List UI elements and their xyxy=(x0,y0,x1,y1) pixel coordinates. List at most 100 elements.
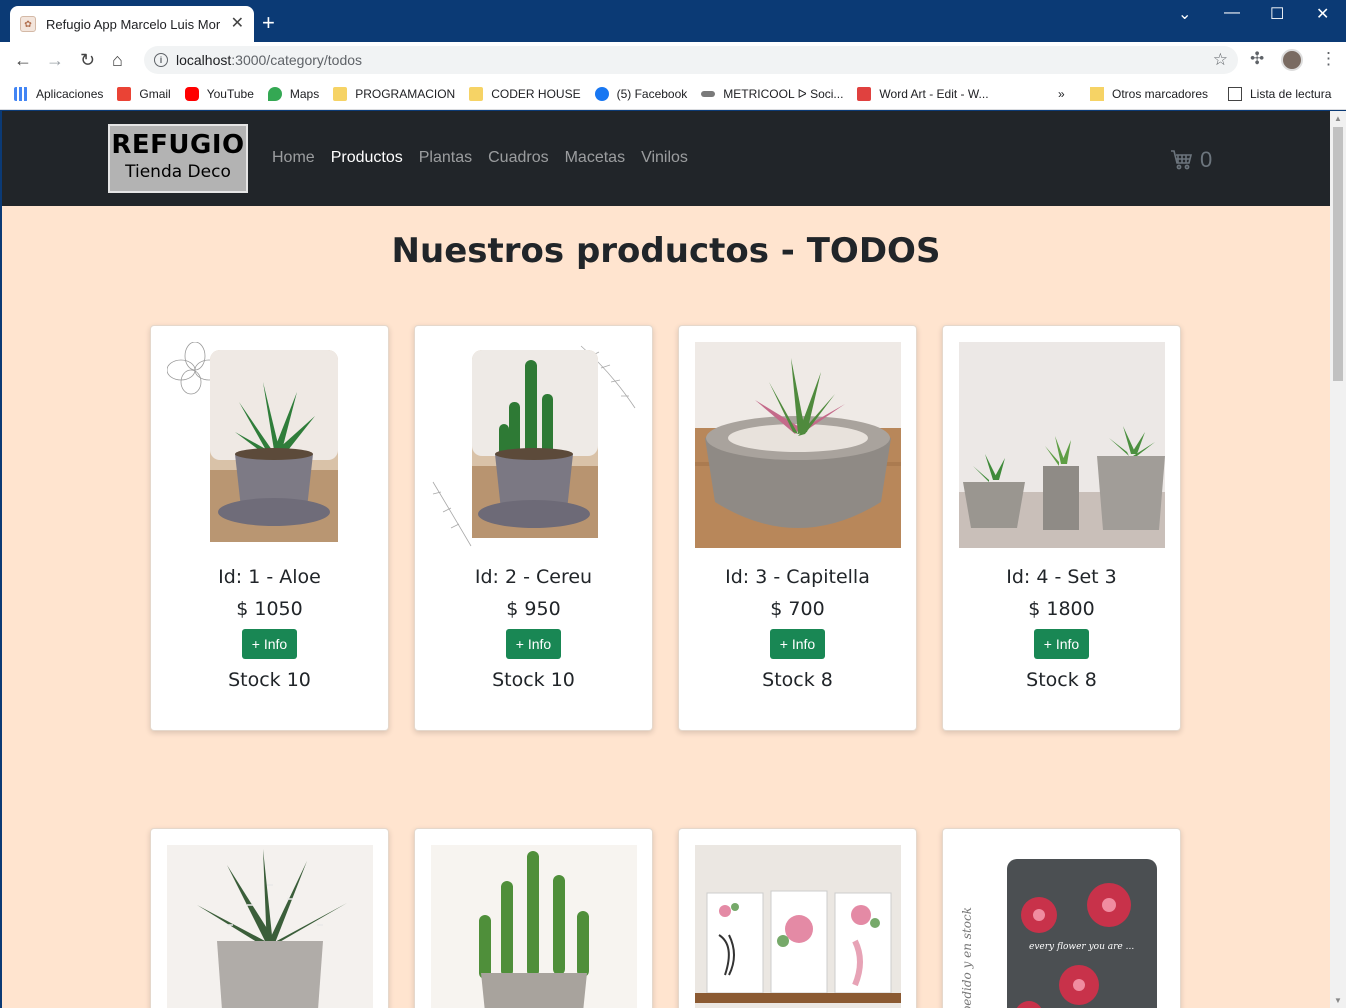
product-image-euphorbia[interactable] xyxy=(431,845,637,1008)
gmail-icon xyxy=(117,86,132,101)
product-image-flower-prints[interactable] xyxy=(695,845,901,1008)
new-tab-button[interactable]: + xyxy=(262,12,275,34)
bookmark-label: Gmail xyxy=(139,86,171,101)
other-bookmarks-label: Otros marcadores xyxy=(1112,87,1209,101)
product-card-3: Id: 3 - Capitella $ 700 + Info Stock 8 xyxy=(678,325,917,731)
scrollbar-thumb[interactable] xyxy=(1333,127,1343,381)
product-name: Id: 1 - Aloe xyxy=(218,566,321,588)
bookmark-label: Aplicaciones xyxy=(36,86,104,101)
nav-home[interactable]: Home xyxy=(272,149,315,167)
info-button[interactable]: + Info xyxy=(770,629,825,659)
product-image-vinyl[interactable]: y a pedido y en stock every flower you a… xyxy=(959,845,1165,1008)
menu-dots-icon[interactable]: ⋮ xyxy=(1320,49,1337,69)
bookmark-metricool[interactable]: METRICOOL ᐅ Soci... xyxy=(701,87,843,101)
bookmark-facebook[interactable]: (5) Facebook xyxy=(594,86,687,101)
reload-icon[interactable]: ↻ xyxy=(80,50,95,70)
bookmark-coder-house[interactable]: CODER HOUSE xyxy=(469,86,581,101)
close-window-icon[interactable]: ✕ xyxy=(1316,4,1329,24)
bookmark-maps[interactable]: Maps xyxy=(267,86,320,101)
maps-icon xyxy=(267,86,282,101)
info-button[interactable]: + Info xyxy=(242,629,297,659)
product-name: Id: 4 - Set 3 xyxy=(1006,566,1117,588)
reading-list-icon xyxy=(1228,87,1242,101)
nav-plantas[interactable]: Plantas xyxy=(419,149,472,167)
info-button[interactable]: + Info xyxy=(1034,629,1089,659)
browser-toolbar: ← → ↻ ⌂ i localhost :3000/category/todos… xyxy=(0,42,1346,78)
brand-subtitle: Tienda Deco xyxy=(125,162,231,182)
bookmark-programacion[interactable]: PROGRAMACION xyxy=(333,86,456,101)
tab-search-icon[interactable]: ⌄ xyxy=(1178,4,1191,24)
site-menu: Home Productos Plantas Cuadros Macetas V… xyxy=(272,149,704,167)
product-stock: Stock 10 xyxy=(228,669,311,691)
product-name: Id: 3 - Capitella xyxy=(725,566,870,588)
product-name: Id: 2 - Cereu xyxy=(474,566,593,588)
url-host: localhost xyxy=(176,52,232,68)
nav-cuadros[interactable]: Cuadros xyxy=(488,149,548,167)
product-price: $ 950 xyxy=(506,598,561,620)
bookmark-youtube[interactable]: YouTube xyxy=(184,86,254,101)
brand-title: REFUGIO xyxy=(111,130,245,160)
scroll-down-icon[interactable]: ▼ xyxy=(1334,996,1342,1005)
nav-productos[interactable]: Productos xyxy=(331,149,403,167)
info-button[interactable]: + Info xyxy=(506,629,561,659)
product-image-aloe[interactable] xyxy=(167,342,373,548)
product-stock: Stock 8 xyxy=(762,669,833,691)
forward-arrow-icon[interactable]: → xyxy=(46,50,64,70)
bookmark-aplicaciones[interactable]: Aplicaciones xyxy=(14,86,104,101)
profile-avatar[interactable] xyxy=(1281,49,1303,71)
site-navbar: REFUGIO Tienda Deco Home Productos Plant… xyxy=(2,111,1330,206)
back-arrow-icon[interactable]: ← xyxy=(14,50,32,70)
bookmark-label: Maps xyxy=(289,86,320,101)
folder-icon xyxy=(1090,87,1104,101)
product-image-set-3[interactable] xyxy=(959,342,1165,548)
reading-list-label: Lista de lectura xyxy=(1250,87,1332,101)
vinyl-card-text: every flower you are ... xyxy=(1029,942,1134,952)
tab-close-icon[interactable]: ✕ xyxy=(231,16,244,32)
bookmark-gmail[interactable]: Gmail xyxy=(117,86,171,101)
product-card-6 xyxy=(414,828,653,1008)
nav-macetas[interactable]: Macetas xyxy=(565,149,625,167)
wordart-icon xyxy=(857,86,872,101)
extensions-icon[interactable]: ✣ xyxy=(1250,49,1264,69)
home-icon[interactable]: ⌂ xyxy=(112,50,123,70)
scroll-up-icon[interactable]: ▲ xyxy=(1334,114,1342,123)
product-image-capitella[interactable] xyxy=(695,342,901,548)
bookmark-label: PROGRAMACION xyxy=(355,86,456,101)
bookmark-label: CODER HOUSE xyxy=(491,86,581,101)
nav-vinilos[interactable]: Vinilos xyxy=(641,149,688,167)
product-image-cereu[interactable] xyxy=(431,342,637,548)
product-image-haworthia[interactable] xyxy=(167,845,373,1008)
product-price: $ 700 xyxy=(770,598,825,620)
cart-count: 0 xyxy=(1200,147,1213,172)
bookmark-label: YouTube xyxy=(206,86,254,101)
folder-icon xyxy=(469,86,484,101)
page-scrollbar[interactable]: ▲ ▼ xyxy=(1330,111,1346,1008)
vinyl-side-text: y a pedido y en stock xyxy=(960,907,974,1008)
bookmark-label: Word Art - Edit - W... xyxy=(879,86,989,101)
apps-grid-icon xyxy=(14,86,28,101)
youtube-icon xyxy=(184,86,199,101)
maximize-icon[interactable]: ☐ xyxy=(1270,4,1284,24)
product-card-8: y a pedido y en stock every flower you a… xyxy=(942,828,1181,1008)
facebook-icon xyxy=(594,86,609,101)
brand-logo[interactable]: REFUGIO Tienda Deco xyxy=(108,124,248,193)
shopping-cart-icon xyxy=(1171,150,1193,170)
bookmark-word-art[interactable]: Word Art - Edit - W... xyxy=(857,86,989,101)
product-card-4: Id: 4 - Set 3 $ 1800 + Info Stock 8 xyxy=(942,325,1181,731)
page-title: Nuestros productos - TODOS xyxy=(391,231,941,271)
browser-window: ✿ Refugio App Marcelo Luis Moren ✕ + ⌄ —… xyxy=(0,0,1346,1008)
product-card-7 xyxy=(678,828,917,1008)
product-price: $ 1050 xyxy=(236,598,303,620)
folder-icon xyxy=(333,86,348,101)
site-info-icon[interactable]: i xyxy=(154,53,168,67)
tab-strip: ✿ Refugio App Marcelo Luis Moren ✕ + ⌄ —… xyxy=(0,0,1346,42)
address-bar[interactable]: i localhost :3000/category/todos ☆ xyxy=(144,46,1238,74)
browser-tab[interactable]: ✿ Refugio App Marcelo Luis Moren ✕ xyxy=(10,6,254,42)
more-bookmarks-chevron[interactable]: » xyxy=(1058,78,1065,110)
cart-widget[interactable]: 0 xyxy=(1170,147,1212,173)
site-favicon-icon: ✿ xyxy=(20,16,36,32)
other-bookmarks-folder[interactable]: Otros marcadores xyxy=(1090,78,1208,110)
reading-list[interactable]: Lista de lectura xyxy=(1228,78,1331,110)
minimize-icon[interactable]: — xyxy=(1224,4,1240,22)
bookmark-star-icon[interactable]: ☆ xyxy=(1213,50,1228,70)
